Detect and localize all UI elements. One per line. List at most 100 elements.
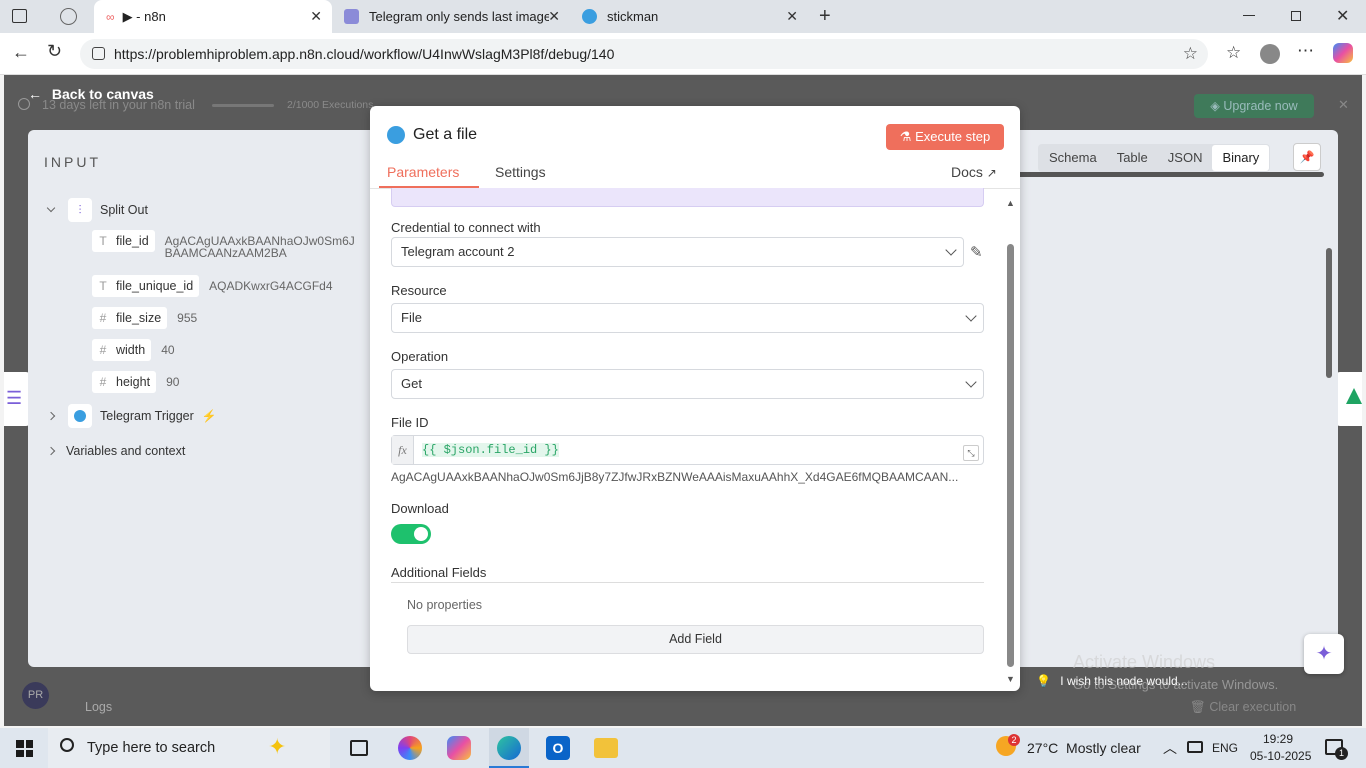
address-bar-row: ← ↻ https://problemhiproblem.app.n8n.clo… [0,33,1366,75]
split-out-node[interactable]: ⫶ Split Out [46,198,148,222]
node-modal: Get a file ⚗ Execute step Parameters Set… [370,106,1020,691]
field-name: width [116,343,146,357]
right-edge-tab[interactable] [1336,372,1362,426]
tab-stickman[interactable]: stickman ✕ [570,0,808,33]
minimize-icon[interactable] [1243,15,1255,16]
new-tab-icon[interactable]: + [819,5,831,28]
tab-table[interactable]: Table [1107,145,1158,171]
node-name: Split Out [100,203,148,217]
back-to-canvas-link[interactable]: ← Back to canvas [28,86,154,102]
language-indicator[interactable]: ENG [1212,741,1238,755]
clock-date[interactable]: 05-10-2025 [1250,749,1311,763]
fileid-expression-input[interactable]: fx {{ $json.file_id }} ⤡ [391,435,984,465]
edit-credential-icon[interactable]: ✎ [970,243,983,261]
weather-icon[interactable]: 2 [996,734,1020,756]
task-view-icon[interactable] [350,740,368,756]
field-value: 955 [177,311,198,325]
scroll-up-icon[interactable]: ▲ [1006,198,1015,208]
copilot-icon[interactable] [1333,43,1353,63]
download-toggle[interactable] [391,524,431,544]
telegram-trigger-node[interactable]: Telegram Trigger ⚡ [46,404,217,428]
edge-icon[interactable] [489,728,529,768]
chevron-right-icon [46,446,56,456]
tab-json[interactable]: JSON [1158,145,1213,171]
download-label: Download [391,501,449,516]
output-view-tabs: Schema Table JSON Binary [1038,144,1271,172]
field-row[interactable]: # width 40 [92,334,382,366]
more-menu-icon[interactable]: ⋯ [1297,41,1314,61]
tab-actions-icon[interactable] [12,9,27,23]
favorite-star-icon[interactable]: ☆ [1183,39,1198,69]
credential-value: Telegram account 2 [401,244,515,259]
arrow-left-icon: ← [28,86,42,102]
tab-schema[interactable]: Schema [1039,145,1107,171]
url-text: https://problemhiproblem.app.n8n.cloud/w… [114,46,615,62]
workspaces-icon[interactable] [60,8,77,25]
pin-data-button[interactable]: 📌 [1293,143,1321,171]
tab-parameters[interactable]: Parameters [387,164,459,180]
telegram-icon [68,404,92,428]
logs-label[interactable]: Logs [85,700,112,714]
additional-divider [391,582,984,583]
horizontal-scrollbar[interactable] [1012,172,1324,177]
windows-start-icon[interactable] [16,740,33,757]
file-explorer-icon[interactable] [594,738,618,758]
execute-step-button[interactable]: ⚗ Execute step [886,124,1004,150]
telegram-node-icon [387,126,405,144]
tab-telegram-forum[interactable]: Telegram only sends last image w ✕ [332,0,570,33]
tab-label: Settings [495,164,546,180]
node-list-icon: ☰ [6,388,23,408]
search-box[interactable]: Type here to search ✦ [48,728,330,768]
operation-select[interactable]: Get [391,369,984,399]
outlook-icon[interactable]: O [546,736,570,760]
tray-chevron-icon[interactable]: ︿ [1163,738,1177,758]
favorites-icon[interactable]: ☆ [1226,43,1241,63]
field-row[interactable]: # height 90 [92,366,382,398]
close-tab-icon[interactable]: ✕ [548,8,560,25]
tab-n8n[interactable]: ∞ ▶ - n8n ✕ [94,0,332,33]
close-banner-icon[interactable]: ✕ [1338,97,1349,113]
network-icon[interactable] [1187,741,1203,753]
vertical-scrollbar[interactable] [1007,244,1014,667]
site-info-icon[interactable] [92,47,105,60]
open-expression-icon[interactable]: ⤡ [963,445,979,461]
avatar[interactable]: PR [22,682,49,709]
close-tab-icon[interactable]: ✕ [786,8,798,25]
app-pinned-icon[interactable] [398,736,422,760]
tab-label: ▶ - n8n [122,8,166,24]
notifications-icon[interactable]: 1 [1325,739,1348,760]
node-title[interactable]: Get a file [413,126,477,144]
field-name: file_unique_id [116,279,194,293]
back-icon[interactable]: ← [12,42,30,63]
left-edge-tab[interactable]: ☰ [4,372,30,426]
field-row[interactable]: Tfile_id AgACAgUAAxkBAANhaOJw0Sm6J BAAMCA… [92,230,382,270]
clock-time[interactable]: 19:29 [1263,732,1293,746]
tab-settings[interactable]: Settings [495,164,546,180]
copilot-sparkle-icon: ✦ [268,734,287,759]
weather-text[interactable]: 27°C Mostly clear [1027,740,1141,756]
vertical-scrollbar[interactable] [1326,248,1332,378]
tab-binary[interactable]: Binary [1212,145,1270,171]
close-window-icon[interactable]: ✕ [1336,6,1349,26]
credential-select[interactable]: Telegram account 2 [391,237,964,267]
docs-link[interactable]: Docs ↗ [951,164,997,180]
restore-icon[interactable] [1291,11,1301,21]
scroll-down-icon[interactable]: ▼ [1006,674,1015,684]
output-panel: Schema Table JSON Binary 📌 ✦ [1012,130,1344,674]
field-row[interactable]: # file_size 955 [92,302,382,334]
field-row[interactable]: Tfile_unique_id AQADKwxrG4ACGFd4 [92,270,382,302]
forum-favicon-icon [344,9,359,24]
refresh-icon[interactable]: ↻ [47,41,62,62]
variables-context[interactable]: Variables and context [46,444,185,458]
profile-avatar[interactable] [1260,44,1280,64]
field-value: 90 [166,375,180,389]
copilot-app-icon[interactable] [447,736,471,760]
resource-select[interactable]: File [391,303,984,333]
clear-execution-button[interactable]: 🗑 Clear execution [1190,700,1296,715]
info-notice [391,188,984,207]
close-tab-icon[interactable]: ✕ [310,8,322,25]
ai-assist-button[interactable]: ✦ [1304,634,1344,674]
add-field-button[interactable]: Add Field [407,625,984,654]
upgrade-button[interactable]: ◈ Upgrade now [1194,94,1314,118]
url-field[interactable]: https://problemhiproblem.app.n8n.cloud/w… [80,39,1208,69]
